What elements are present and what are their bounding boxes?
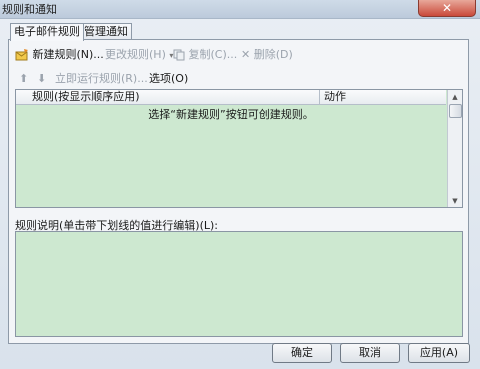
options-label: 选项(O)	[149, 72, 189, 85]
scroll-down-icon[interactable]: ▼	[448, 194, 462, 207]
run-rules-label: 立即运行规则(R)...	[55, 72, 148, 85]
edit-rule-label: 更改规则(H)	[105, 48, 166, 61]
rules-list-header: 规则(按显示顺序应用) 动作	[16, 90, 446, 105]
copy-rule-button[interactable]: 复制(C)...	[173, 46, 237, 64]
rules-list-scrollbar[interactable]: ▲ ▼	[447, 90, 462, 207]
new-rule-icon	[15, 49, 28, 61]
new-rule-label: 新建规则(N)...	[32, 48, 104, 61]
title-bar[interactable]: 规则和通知 ✕	[0, 0, 480, 19]
column-header-action[interactable]: 动作	[324, 90, 346, 104]
ok-button[interactable]: 确定	[272, 343, 332, 363]
apply-button[interactable]: 应用(A)	[408, 343, 470, 363]
scroll-up-icon[interactable]: ▲	[448, 90, 462, 103]
column-divider	[319, 90, 320, 104]
delete-icon: ✕	[241, 48, 251, 61]
run-rules-button[interactable]: 立即运行规则(R)...	[55, 70, 148, 88]
copy-icon	[173, 49, 185, 61]
options-button[interactable]: 选项(O)	[149, 70, 188, 88]
window-title: 规则和通知	[2, 3, 57, 16]
scroll-thumb[interactable]	[449, 104, 462, 118]
close-icon: ✕	[441, 1, 453, 15]
rules-list[interactable]: 规则(按显示顺序应用) 动作 选择“新建规则”按钮可创建规则。 ▲ ▼	[15, 89, 463, 208]
column-header-rule[interactable]: 规则(按显示顺序应用)	[32, 90, 140, 104]
cancel-button[interactable]: 取消	[340, 343, 400, 363]
email-rules-panel: 新建规则(N)... 更改规则(H) ▾ 复制(C)... ✕ 删除(D) ⬆	[8, 39, 469, 344]
close-button[interactable]: ✕	[418, 0, 476, 17]
delete-rule-button[interactable]: ✕ 删除(D)	[241, 46, 293, 64]
empty-list-hint: 选择“新建规则”按钮可创建规则。	[148, 108, 314, 121]
move-up-button[interactable]: ⬆	[19, 70, 28, 88]
rule-description-box[interactable]	[15, 231, 463, 337]
arrow-down-icon: ⬇	[37, 72, 47, 85]
rules-and-alerts-window: 规则和通知 ✕ 电子邮件规则 管理通知 新建规则(N)... 更改规则(H) ▾	[0, 0, 480, 369]
move-down-button[interactable]: ⬇	[37, 70, 46, 88]
copy-rule-label: 复制(C)...	[188, 48, 238, 61]
new-rule-button[interactable]: 新建规则(N)...	[15, 46, 104, 64]
tab-manage-alerts[interactable]: 管理通知	[80, 23, 132, 40]
edit-rule-button[interactable]: 更改规则(H) ▾	[105, 46, 173, 64]
delete-rule-label: 删除(D)	[253, 48, 293, 61]
arrow-up-icon: ⬆	[19, 72, 29, 85]
tab-email-rules[interactable]: 电子邮件规则	[10, 23, 84, 41]
